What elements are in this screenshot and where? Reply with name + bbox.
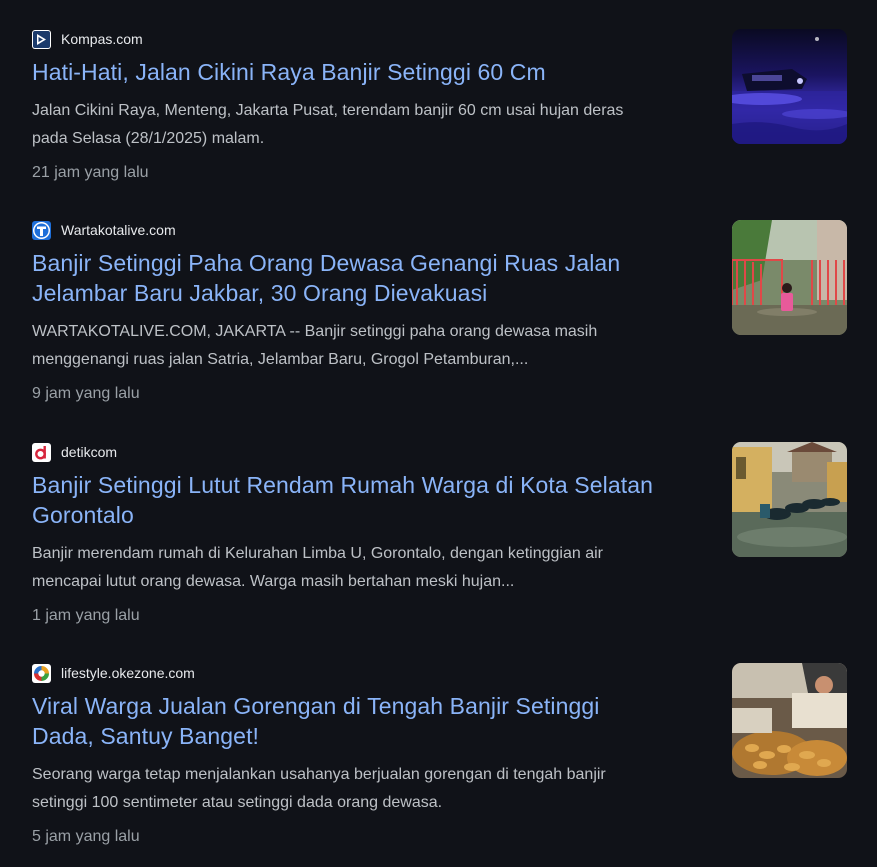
flooded-alley-image[interactable]	[732, 220, 847, 335]
kompas-logo-icon	[32, 29, 51, 49]
published-time: 21 jam yang lalu	[32, 164, 149, 181]
snippet-line: menggenangi ruas jalan Satria, Jelambar …	[32, 351, 529, 368]
source-name: detikcom	[61, 444, 118, 460]
article-snippet: WARTAKOTALIVE.COM, JAKARTA -- Banjir set…	[32, 318, 712, 374]
title-line: Dada, Santuy Banget!	[32, 723, 260, 749]
flooded-street-night-image[interactable]	[732, 29, 847, 144]
article-title-link[interactable]: Banjir Setinggi Lutut Rendam Rumah Warga…	[32, 470, 712, 530]
article-snippet: Seorang warga tetap menjalankan usahanya…	[32, 761, 712, 817]
source-row[interactable]: Kompas.com	[32, 29, 143, 49]
title-line: Viral Warga Jualan Gorengan di Tengah Ba…	[32, 693, 600, 719]
wartakota-logo-icon	[32, 220, 51, 240]
detik-logo-icon	[32, 442, 51, 462]
published-time: 1 jam yang lalu	[32, 607, 140, 624]
source-name: Wartakotalive.com	[61, 222, 176, 238]
article-title-link[interactable]: Banjir Setinggi Paha Orang Dewasa Genang…	[32, 248, 712, 308]
article-snippet: Jalan Cikini Raya, Menteng, Jakarta Pusa…	[32, 97, 712, 153]
source-name: lifestyle.okezone.com	[61, 665, 195, 681]
snippet-line: pada Selasa (28/1/2025) malam.	[32, 130, 265, 147]
title-line: Jelambar Baru Jakbar, 30 Orang Dievakuas…	[32, 280, 488, 306]
flooded-motorbikes-image[interactable]	[732, 442, 847, 557]
title-line: Banjir Setinggi Paha Orang Dewasa Genang…	[32, 250, 621, 276]
fried-snacks-image[interactable]	[732, 663, 847, 778]
published-time: 9 jam yang lalu	[32, 385, 140, 402]
title-line: Gorontalo	[32, 502, 134, 528]
source-row[interactable]: lifestyle.okezone.com	[32, 663, 195, 683]
source-row[interactable]: detikcom	[32, 442, 117, 462]
snippet-line: setinggi 100 sentimeter atau setinggi da…	[32, 794, 443, 811]
snippet-line: Jalan Cikini Raya, Menteng, Jakarta Pusa…	[32, 102, 624, 119]
source-row[interactable]: Wartakotalive.com	[32, 220, 176, 240]
snippet-line: Banjir merendam rumah di Kelurahan Limba…	[32, 545, 603, 562]
okezone-logo-icon	[32, 663, 51, 683]
snippet-line: WARTAKOTALIVE.COM, JAKARTA -- Banjir set…	[32, 323, 598, 340]
article-title-link[interactable]: Viral Warga Jualan Gorengan di Tengah Ba…	[32, 691, 712, 751]
snippet-line: Seorang warga tetap menjalankan usahanya…	[32, 766, 606, 783]
article-snippet: Banjir merendam rumah di Kelurahan Limba…	[32, 540, 712, 596]
source-name: Kompas.com	[61, 31, 143, 47]
title-line: Banjir Setinggi Lutut Rendam Rumah Warga…	[32, 472, 653, 498]
published-time: 5 jam yang lalu	[32, 828, 140, 845]
snippet-line: mencapai lutut orang dewasa. Warga masih…	[32, 573, 515, 590]
article-title-link[interactable]: Hati-Hati, Jalan Cikini Raya Banjir Seti…	[32, 57, 712, 87]
